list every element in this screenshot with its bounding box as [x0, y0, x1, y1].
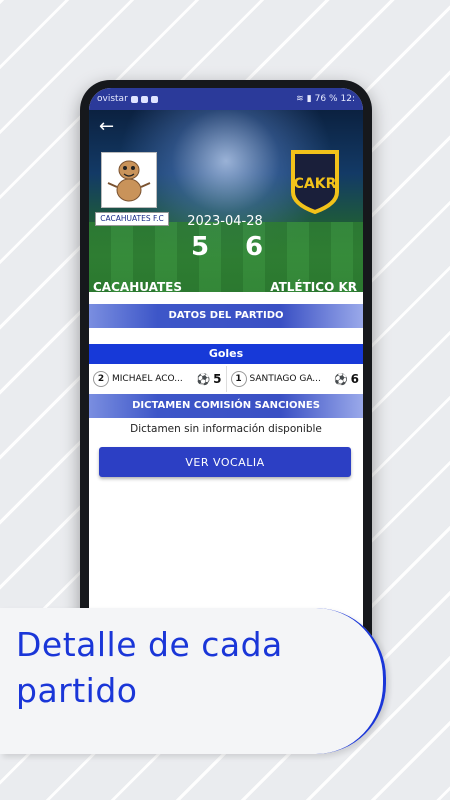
- away-score: 6: [244, 232, 264, 262]
- promo-caption: Detalle de cada partido: [16, 625, 283, 710]
- goal-entry-home[interactable]: 2 MICHAEL ACO... ⚽ 5: [89, 366, 227, 392]
- peanut-logo-icon: [101, 152, 157, 208]
- jersey-number: 2: [93, 371, 109, 387]
- scorer-name: MICHAEL ACO...: [112, 374, 183, 384]
- home-team-name: CACAHUATES: [93, 280, 182, 294]
- home-score: 5: [190, 232, 210, 262]
- notification-icon: [150, 95, 158, 103]
- scorer-name: SANTIAGO GA...: [249, 374, 321, 384]
- datos-partido-banner: DATOS DEL PARTIDO: [89, 304, 363, 328]
- goal-count: 6: [350, 372, 359, 386]
- battery-label: 76 %: [314, 94, 338, 104]
- wifi-icon: ≋: [296, 94, 304, 104]
- dictamen-text: Dictamen sin información disponible: [130, 423, 322, 435]
- goals-row: 2 MICHAEL ACO... ⚽ 5 1 SANTIAGO GA... ⚽ …: [89, 366, 363, 392]
- goles-header: Goles: [89, 344, 363, 364]
- soccer-ball-icon: ⚽: [333, 372, 348, 386]
- home-team-logo: CACAHUATES F.C: [95, 152, 169, 236]
- signal-icon: ▮: [306, 94, 312, 104]
- dictamen-banner: DICTAMEN COMISIÓN SANCIONES: [89, 394, 363, 418]
- status-bar: ovistar ≋ ▮ 76 % 12:: [89, 88, 363, 110]
- away-team-name: ATLÉTICO KR: [270, 280, 357, 294]
- away-team-logo: CAKR: [289, 148, 341, 215]
- youtube-icon: [140, 95, 148, 103]
- back-arrow-icon[interactable]: ←: [99, 118, 114, 136]
- jersey-number: 1: [230, 371, 247, 387]
- soccer-ball-icon: ⚽: [196, 372, 211, 386]
- match-header: ← CACAHUATES F.C CAKR 2023-04-28 5 6 CAC…: [89, 110, 363, 294]
- carrier-label: ovistar: [97, 94, 128, 104]
- whatsapp-icon: [130, 95, 138, 103]
- ver-vocalia-button[interactable]: VER VOCALIA: [99, 447, 351, 477]
- home-logo-caption: CACAHUATES F.C: [95, 212, 169, 226]
- away-logo-text: CAKR: [294, 176, 337, 192]
- goal-entry-away[interactable]: 1 SANTIAGO GA... ⚽ 6: [227, 366, 364, 392]
- clock-label: 12:: [340, 94, 355, 104]
- goal-count: 5: [213, 372, 222, 386]
- match-date: 2023-04-28: [187, 214, 263, 229]
